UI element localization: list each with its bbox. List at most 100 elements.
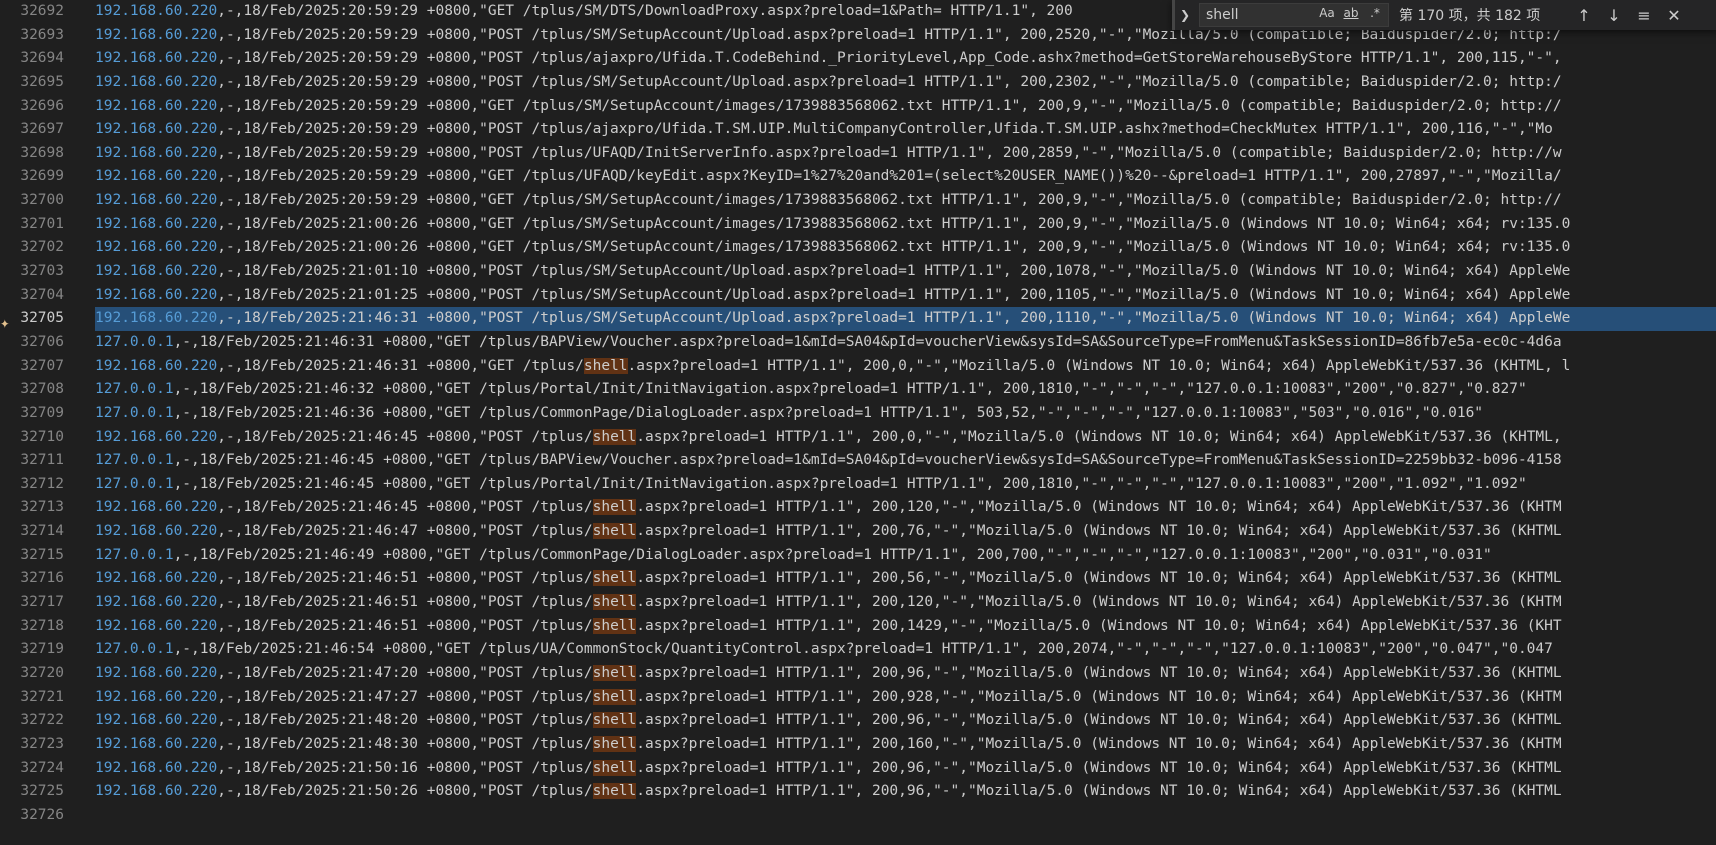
- code-line[interactable]: 192.168.60.220,-,18/Feb/2025:21:46:51 +0…: [95, 567, 1716, 591]
- code-line[interactable]: 192.168.60.220,-,18/Feb/2025:20:59:29 +0…: [95, 95, 1716, 119]
- editor-text-area[interactable]: 192.168.60.220,-,18/Feb/2025:20:59:29 +0…: [95, 0, 1716, 845]
- code-line[interactable]: 192.168.60.220,-,18/Feb/2025:21:46:47 +0…: [95, 520, 1716, 544]
- code-line[interactable]: 192.168.60.220,-,18/Feb/2025:21:46:51 +0…: [95, 591, 1716, 615]
- code-line[interactable]: 192.168.60.220,-,18/Feb/2025:20:59:29 +0…: [95, 71, 1716, 95]
- line-number: 32714: [20, 523, 64, 540]
- log-text: ,-,18/Feb/2025:21:46:45 +0800,"GET /tplu…: [173, 475, 1527, 492]
- ip-address: 192.168.60.220: [95, 688, 218, 705]
- log-text: .aspx?preload=1 HTTP/1.1", 200,96,"-","M…: [636, 783, 1562, 800]
- code-line[interactable]: 127.0.0.1,-,18/Feb/2025:21:46:36 +0800,"…: [95, 402, 1716, 426]
- code-line[interactable]: 127.0.0.1,-,18/Feb/2025:21:46:45 +0800,"…: [95, 449, 1716, 473]
- log-text: ,-,18/Feb/2025:21:47:27 +0800,"POST /tpl…: [217, 688, 593, 705]
- log-text: ,-,18/Feb/2025:20:59:29 +0800,"GET /tplu…: [217, 168, 1562, 185]
- arrow-up-icon[interactable]: ↑: [1569, 6, 1599, 25]
- code-line[interactable]: 192.168.60.220,-,18/Feb/2025:20:59:29 +0…: [95, 165, 1716, 189]
- ip-address: 192.168.60.220: [95, 192, 218, 209]
- match-case-toggle[interactable]: Aa: [1318, 6, 1336, 20]
- line-number: 32724: [20, 759, 64, 776]
- close-icon[interactable]: ✕: [1659, 6, 1689, 25]
- code-line[interactable]: 192.168.60.220,-,18/Feb/2025:21:50:16 +0…: [95, 757, 1716, 781]
- chevron-right-icon[interactable]: ❯: [1175, 8, 1195, 22]
- code-line[interactable]: 192.168.60.220,-,18/Feb/2025:21:46:45 +0…: [95, 426, 1716, 450]
- line-number: 32720: [20, 664, 64, 681]
- lightbulb-icon[interactable]: ✦: [0, 313, 10, 332]
- ip-address: 127.0.0.1: [95, 452, 174, 469]
- code-line[interactable]: 127.0.0.1,-,18/Feb/2025:21:46:54 +0800,"…: [95, 638, 1716, 662]
- ip-address: 192.168.60.220: [95, 664, 218, 681]
- code-line[interactable]: 192.168.60.220,-,18/Feb/2025:21:47:27 +0…: [95, 686, 1716, 710]
- find-query[interactable]: shell: [1206, 7, 1239, 23]
- code-line[interactable]: 192.168.60.220,-,18/Feb/2025:20:59:29 +0…: [95, 189, 1716, 213]
- ip-address: 192.168.60.220: [95, 357, 218, 374]
- ip-address: 192.168.60.220: [95, 215, 218, 232]
- log-text: ,-,18/Feb/2025:20:59:29 +0800,"GET /tplu…: [217, 192, 1562, 209]
- ip-address: 192.168.60.220: [95, 570, 218, 587]
- code-line[interactable]: 192.168.60.220,-,18/Feb/2025:20:59:29 +0…: [95, 47, 1716, 71]
- log-text: ,-,18/Feb/2025:20:59:29 +0800,"POST /tpl…: [217, 144, 1562, 161]
- line-number: 32693: [20, 26, 64, 43]
- log-text: ,-,18/Feb/2025:21:00:26 +0800,"GET /tplu…: [217, 239, 1571, 256]
- code-line[interactable]: 127.0.0.1,-,18/Feb/2025:21:46:31 +0800,"…: [95, 331, 1716, 355]
- log-text: ,-,18/Feb/2025:21:50:16 +0800,"POST /tpl…: [217, 759, 593, 776]
- line-number: 32699: [20, 168, 64, 185]
- code-line[interactable]: 127.0.0.1,-,18/Feb/2025:21:46:32 +0800,"…: [95, 378, 1716, 402]
- match-count: 第 170 项，共 182 项: [1399, 8, 1541, 24]
- selected-code-line[interactable]: 192.168.60.220,-,18/Feb/2025:21:46:31 +0…: [95, 307, 1716, 331]
- search-match-highlight: shell: [592, 523, 637, 540]
- search-match-highlight: shell: [592, 783, 637, 800]
- ip-address: 192.168.60.220: [95, 523, 218, 540]
- code-editor[interactable]: 32692 32693 32694 32695 32696 32697 32698 32699…: [0, 0, 1716, 845]
- line-number: 32705: [20, 310, 64, 327]
- log-text: ,-,18/Feb/2025:21:46:51 +0800,"POST /tpl…: [217, 570, 593, 587]
- line-number: 32712: [20, 475, 64, 492]
- ip-address: 192.168.60.220: [95, 3, 218, 19]
- code-line[interactable]: 192.168.60.220,-,18/Feb/2025:21:00:26 +0…: [95, 213, 1716, 237]
- code-line[interactable]: 192.168.60.220,-,18/Feb/2025:21:46:45 +0…: [95, 496, 1716, 520]
- code-line[interactable]: 192.168.60.220,-,18/Feb/2025:21:47:20 +0…: [95, 662, 1716, 686]
- code-line[interactable]: 192.168.60.220,-,18/Feb/2025:21:46:31 +0…: [95, 355, 1716, 379]
- ip-address: 192.168.60.220: [95, 144, 218, 161]
- code-line[interactable]: 192.168.60.220,-,18/Feb/2025:21:50:26 +0…: [95, 780, 1716, 804]
- line-number: 32719: [20, 641, 64, 658]
- find-input[interactable]: shell Aa ab .*: [1199, 3, 1389, 27]
- code-line[interactable]: 192.168.60.220,-,18/Feb/2025:20:59:29 +0…: [95, 142, 1716, 166]
- find-widget: ❯ shell Aa ab .* 第 170 项，共 182 项 ↑ ↓ ≡ ✕: [1172, 0, 1716, 30]
- selection-icon[interactable]: ≡: [1629, 6, 1659, 25]
- line-number-gutter[interactable]: 32692 32693 32694 32695 32696 32697 32698 32699…: [0, 0, 70, 845]
- line-number: 32723: [20, 735, 64, 752]
- log-text: ,-,18/Feb/2025:21:46:36 +0800,"GET /tplu…: [173, 404, 1484, 421]
- ip-address: 192.168.60.220: [95, 239, 218, 256]
- whole-word-toggle[interactable]: ab: [1342, 6, 1360, 20]
- code-line[interactable]: 192.168.60.220,-,18/Feb/2025:21:48:30 +0…: [95, 733, 1716, 757]
- code-line[interactable]: 192.168.60.220,-,18/Feb/2025:21:00:26 +0…: [95, 236, 1716, 260]
- code-line[interactable]: 192.168.60.220,-,18/Feb/2025:21:48:20 +0…: [95, 709, 1716, 733]
- search-match-highlight: shell: [592, 735, 637, 752]
- regex-toggle[interactable]: .*: [1366, 6, 1384, 20]
- arrow-down-icon[interactable]: ↓: [1599, 6, 1629, 25]
- log-text: ,-,18/Feb/2025:21:48:30 +0800,"POST /tpl…: [217, 735, 593, 752]
- log-text: ,-,18/Feb/2025:21:00:26 +0800,"GET /tplu…: [217, 215, 1571, 232]
- ip-address: 127.0.0.1: [95, 333, 174, 350]
- line-number: 32717: [20, 594, 64, 611]
- ip-address: 192.168.60.220: [95, 617, 218, 634]
- line-number: 32697: [20, 121, 64, 138]
- log-text: ,-,18/Feb/2025:21:46:45 +0800,"POST /tpl…: [217, 499, 593, 516]
- code-line[interactable]: 192.168.60.220,-,18/Feb/2025:21:01:10 +0…: [95, 260, 1716, 284]
- code-line[interactable]: 127.0.0.1,-,18/Feb/2025:21:46:49 +0800,"…: [95, 544, 1716, 568]
- log-text: ,-,18/Feb/2025:21:50:26 +0800,"POST /tpl…: [217, 783, 593, 800]
- code-line[interactable]: 192.168.60.220,-,18/Feb/2025:20:59:29 +0…: [95, 118, 1716, 142]
- search-match-highlight: shell: [592, 664, 637, 681]
- search-match-highlight: shell: [592, 712, 637, 729]
- line-number: 32692: [20, 3, 64, 19]
- code-line[interactable]: [95, 804, 1716, 828]
- line-number: 32726: [20, 806, 64, 823]
- code-line[interactable]: 192.168.60.220,-,18/Feb/2025:21:01:25 +0…: [95, 284, 1716, 308]
- ip-address: 192.168.60.220: [95, 168, 218, 185]
- code-line[interactable]: 192.168.60.220,-,18/Feb/2025:21:46:51 +0…: [95, 615, 1716, 639]
- ip-address: 192.168.60.220: [95, 97, 218, 114]
- log-text: .aspx?preload=1 HTTP/1.1", 200,96,"-","M…: [636, 712, 1562, 729]
- log-text: ,-,18/Feb/2025:21:01:10 +0800,"POST /tpl…: [217, 263, 1571, 280]
- log-text: .aspx?preload=1 HTTP/1.1", 200,928,"-","…: [636, 688, 1562, 705]
- log-text: .aspx?preload=1 HTTP/1.1", 200,1429,"-",…: [636, 617, 1562, 634]
- code-line[interactable]: 127.0.0.1,-,18/Feb/2025:21:46:45 +0800,"…: [95, 473, 1716, 497]
